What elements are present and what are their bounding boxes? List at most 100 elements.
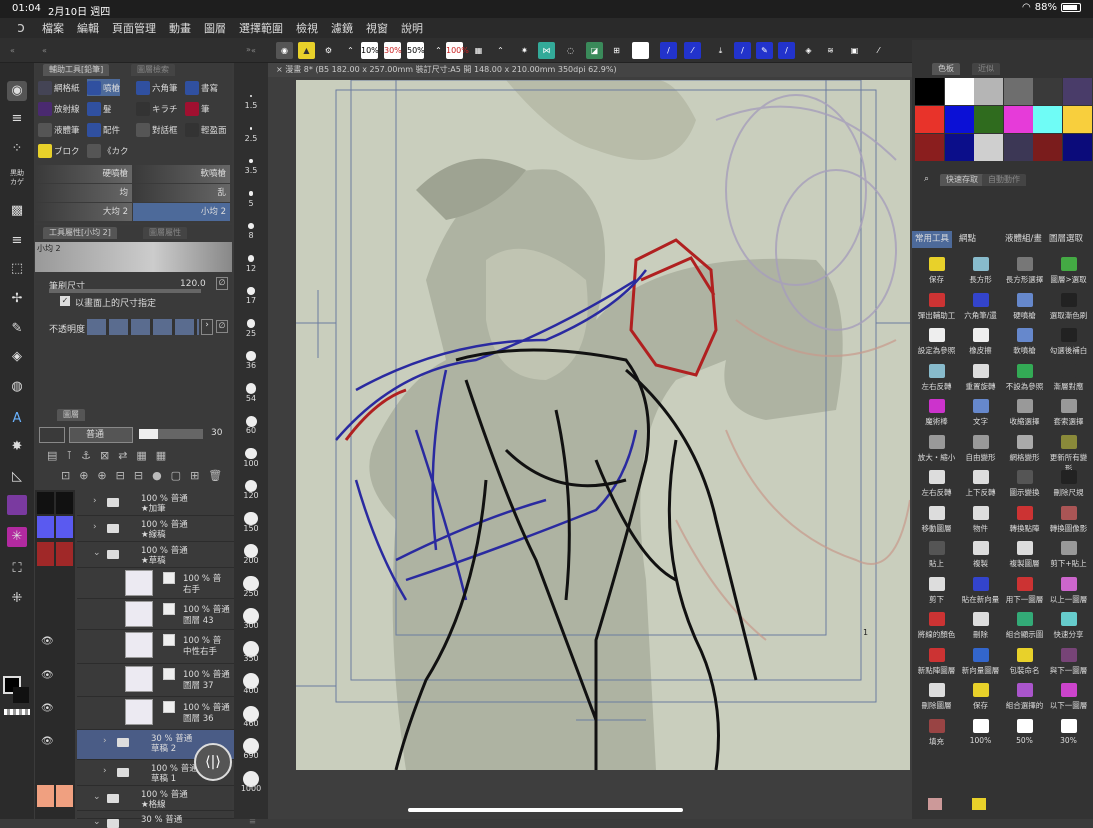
quick-action[interactable]: 自由變形	[959, 430, 1002, 466]
zoom-50-button[interactable]: 50%	[407, 42, 425, 59]
blend-icon[interactable]: ⁜	[7, 589, 27, 609]
menu-item-9[interactable]: 說明	[401, 20, 423, 36]
quick-action[interactable]: 彈出輔助工	[915, 288, 958, 324]
brush-size-label[interactable]: 250	[234, 589, 268, 598]
brush-size-label[interactable]: 300	[234, 621, 268, 630]
subtool-item[interactable]: 放射線	[38, 100, 80, 117]
brush-preset[interactable]: 軟噴槍	[133, 165, 230, 183]
quick-action[interactable]: 50%	[1003, 714, 1046, 750]
eyedropper-icon[interactable]: ⁄	[870, 42, 887, 59]
menu-item-2[interactable]: 頁面管理	[112, 20, 156, 36]
quick-action[interactable]: 新點陣圖層	[915, 643, 958, 679]
search-icon[interactable]: ⌕	[924, 174, 929, 184]
subtool-item[interactable]: 噴槍	[87, 79, 121, 96]
menu-item-7[interactable]: 濾鏡	[331, 20, 353, 36]
quick-action[interactable]: 保存	[915, 252, 958, 288]
quick-action[interactable]: 左右反轉	[915, 465, 958, 501]
quick-action[interactable]: 設定為參照	[915, 323, 958, 359]
brush-size-label[interactable]: 25	[234, 329, 268, 338]
quick-action[interactable]: 快速分享	[1047, 607, 1090, 643]
brush-size-label[interactable]: 400	[234, 686, 268, 695]
tab-subtool[interactable]: 輔助工具[鉛筆]	[43, 64, 110, 76]
chevron-icon[interactable]: ›	[93, 522, 97, 532]
menu-item-3[interactable]: 動畫	[169, 20, 191, 36]
quick-action-icon[interactable]	[928, 798, 942, 810]
color-swatch[interactable]	[1062, 78, 1092, 105]
layer-color-tag[interactable]	[37, 542, 54, 566]
pen-link-icon[interactable]: /	[778, 42, 795, 59]
brush-size-label[interactable]: 54	[234, 394, 268, 403]
menu-item-4[interactable]: 圖層	[204, 20, 226, 36]
quick-action[interactable]: 左右反轉	[915, 359, 958, 395]
fill-white-icon[interactable]	[632, 42, 649, 59]
zoom-10-button[interactable]: 10%	[361, 42, 379, 59]
brush-size-label[interactable]: 350	[234, 654, 268, 663]
subtool-item[interactable]: 六角筆	[136, 79, 178, 96]
quick-action[interactable]: 填充	[915, 714, 958, 750]
layers-icon[interactable]: ≋	[822, 42, 839, 59]
collapse-panel-icon[interactable]: «	[36, 42, 53, 59]
quick-action[interactable]: 圖示變換	[1003, 465, 1046, 501]
slider-toggle-button[interactable]: ⟨|⟩	[194, 743, 232, 781]
color-swatch[interactable]	[1003, 106, 1033, 133]
quick-action[interactable]: 圖層>選取	[1047, 252, 1090, 288]
chevron-icon[interactable]: ›	[103, 736, 107, 746]
brush-size-dot[interactable]	[250, 95, 252, 97]
eye-icon[interactable]: 👁	[41, 703, 54, 714]
color-swatch[interactable]	[1033, 106, 1062, 133]
quick-action[interactable]: 重置旋轉	[959, 359, 1002, 395]
brush-size-dot[interactable]	[249, 127, 253, 130]
layer-color-tag[interactable]	[56, 785, 73, 807]
quick-action[interactable]: 轉換點陣	[1003, 501, 1046, 537]
layer-color-tag[interactable]	[56, 516, 73, 538]
quick-action[interactable]: 刪除尺規	[1047, 465, 1090, 501]
brush-size-label[interactable]: 8	[234, 231, 268, 240]
eye-icon[interactable]: 👁	[41, 670, 54, 681]
layer-color-tag[interactable]	[37, 516, 54, 538]
quick-action[interactable]: 刪除	[959, 607, 1002, 643]
quick-action[interactable]: 組合選擇的	[1003, 678, 1046, 714]
layer-color-tag[interactable]	[56, 492, 73, 514]
color-swatch[interactable]	[915, 134, 944, 161]
brush-size-label[interactable]: 200	[234, 556, 268, 565]
screentone-icon[interactable]: ▩	[7, 201, 27, 221]
brush-size-label[interactable]: 1.5	[234, 101, 268, 110]
quick-action[interactable]: 刪除圖層	[915, 678, 958, 714]
subtool-item[interactable]: 髮	[87, 100, 112, 117]
brush-size-label[interactable]: 690	[234, 751, 268, 760]
fill-tool-icon[interactable]: ⛶	[7, 559, 27, 579]
brush-size-dot[interactable]	[245, 383, 257, 394]
color-swatch[interactable]	[1003, 134, 1033, 161]
quick-action[interactable]: 保存	[959, 678, 1002, 714]
color-swatch[interactable]	[944, 78, 974, 105]
brush-blue-icon[interactable]: /	[660, 42, 677, 59]
drawing-canvas[interactable]: 1	[296, 80, 910, 770]
rotate-reset-icon[interactable]: ⌃	[342, 42, 359, 59]
quick-action[interactable]: 30%	[1047, 714, 1090, 750]
color-swatch[interactable]	[915, 78, 944, 105]
quick-action[interactable]: 剪下	[915, 572, 958, 608]
chevron-icon[interactable]: ⌃	[492, 42, 509, 59]
brush-preset[interactable]: 硬噴槍	[35, 165, 132, 183]
eye-icon[interactable]: 👁	[41, 736, 54, 747]
brush-size-label[interactable]: 12	[234, 264, 268, 273]
brush-size-label[interactable]: 3.5	[234, 166, 268, 175]
quick-action[interactable]: 上下反轉	[959, 465, 1002, 501]
settings-wrench-icon[interactable]: ⚙	[320, 42, 337, 59]
chevron-icon[interactable]: ⌃	[430, 42, 447, 59]
menu-item-8[interactable]: 視窗	[366, 20, 388, 36]
sub-color-swatch[interactable]	[13, 687, 29, 703]
brush-size-label[interactable]: 60	[234, 426, 268, 435]
tab-quick-2[interactable]: 液體組/畫	[1002, 231, 1045, 248]
subtool-item[interactable]: 液體筆	[38, 121, 80, 138]
brush-size-slider[interactable]	[49, 289, 201, 293]
quick-action[interactable]: 100%	[959, 714, 1002, 750]
layer-color-tag[interactable]	[37, 785, 54, 807]
quick-action[interactable]: 以下一圖層	[1047, 678, 1090, 714]
quick-action[interactable]: 剪下+貼上	[1047, 536, 1090, 572]
color-swatch[interactable]	[1062, 106, 1092, 133]
pen-icon[interactable]: ✎	[7, 319, 27, 339]
gradient-icon[interactable]	[7, 495, 27, 515]
quick-action[interactable]: 六角筆/還	[959, 288, 1002, 324]
brush-preset[interactable]: 大均 2	[35, 203, 132, 221]
